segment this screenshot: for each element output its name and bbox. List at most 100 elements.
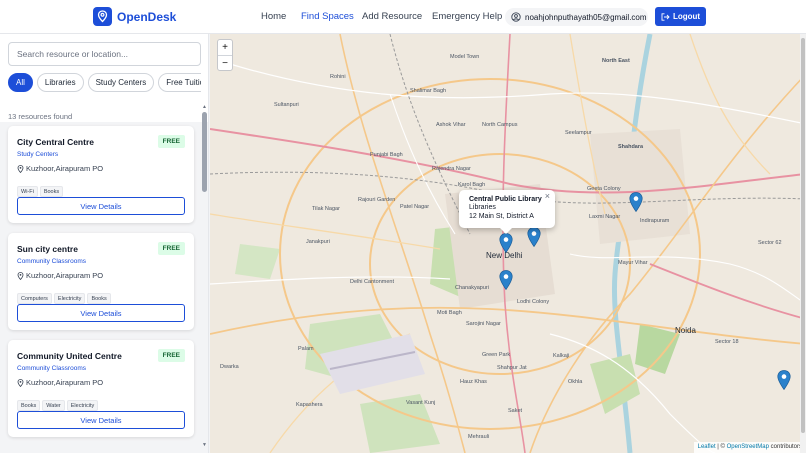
popup-title: Central Public Library bbox=[469, 196, 542, 203]
map-label: Shahdara bbox=[618, 144, 644, 150]
map-label: Okhla bbox=[568, 379, 583, 385]
map-label: Moti Bagh bbox=[437, 310, 462, 316]
map-view[interactable]: Model Town Shalimar Bagh North East Sult… bbox=[210, 34, 806, 453]
filter-libraries[interactable]: Libraries bbox=[36, 73, 84, 92]
popup-close-button[interactable]: × bbox=[545, 191, 550, 201]
zoom-in-button[interactable]: + bbox=[218, 40, 232, 55]
nav-home[interactable]: Home bbox=[261, 11, 286, 22]
map-label: Green Park bbox=[482, 352, 511, 358]
logout-button[interactable]: Logout bbox=[655, 7, 706, 26]
logout-label: Logout bbox=[672, 12, 701, 21]
map-label: North Campus bbox=[482, 122, 518, 128]
map-label: North East bbox=[602, 58, 630, 64]
location-pin-icon bbox=[17, 164, 24, 173]
map-label: Mehrauli bbox=[468, 434, 490, 440]
nav-emergency-help[interactable]: Emergency Help bbox=[432, 11, 502, 22]
user-email-pill[interactable]: noahjohnputhayath05@gmail.com bbox=[505, 8, 648, 26]
map-label: Patel Nagar bbox=[400, 204, 430, 210]
resource-card: Community United Centre FREE Community C… bbox=[8, 340, 194, 437]
map-label: Sultanpuri bbox=[274, 102, 299, 108]
map-label: Laxmi Nagar bbox=[589, 214, 621, 220]
osm-link[interactable]: OpenStreetMap bbox=[727, 444, 769, 450]
resource-category: Community Classrooms bbox=[17, 258, 86, 265]
free-badge: FREE bbox=[157, 242, 185, 255]
resource-category: Community Classrooms bbox=[17, 365, 86, 372]
amenity-tag: Books bbox=[87, 293, 111, 304]
map-label: Ashok Vihar bbox=[436, 122, 466, 128]
resource-list[interactable]: City Central Centre FREE Study Centers K… bbox=[0, 122, 208, 453]
map-marker-icon[interactable] bbox=[629, 192, 643, 212]
map-label: Sector 18 bbox=[715, 339, 739, 345]
resource-card: City Central Centre FREE Study Centers K… bbox=[8, 126, 194, 223]
category-filters: AllLibrariesStudy CentersFree Tuition NG… bbox=[8, 72, 201, 92]
amenity-tag: Electricity bbox=[66, 400, 99, 411]
amenity-tag: Books bbox=[17, 400, 41, 411]
map-label: Rajendra Nagar bbox=[432, 166, 471, 172]
map-marker-icon[interactable] bbox=[527, 227, 541, 247]
view-details-button[interactable]: View Details bbox=[17, 197, 185, 215]
top-navbar: OpenDesk Home Find Spaces Add Resource E… bbox=[0, 0, 806, 34]
map-attribution: Leaflet | © OpenStreetMap contributors bbox=[693, 442, 806, 453]
map-marker-icon[interactable] bbox=[499, 233, 513, 253]
attribution-suffix: contributors bbox=[768, 444, 802, 450]
resource-title: Sun city centre bbox=[17, 244, 78, 254]
map-label: Seelampur bbox=[565, 130, 592, 136]
resource-title: City Central Centre bbox=[17, 137, 94, 147]
leaflet-link[interactable]: Leaflet bbox=[698, 444, 716, 450]
sidebar-scrollbar[interactable]: ▲ ▼ bbox=[202, 104, 207, 449]
resource-location: Kuzhoor,Airapuram PO bbox=[17, 271, 103, 280]
attribution-separator: | © bbox=[715, 444, 727, 450]
map-label: Punjabi Bagh bbox=[370, 152, 403, 158]
view-details-button[interactable]: View Details bbox=[17, 411, 185, 429]
map-label: Chanakyapuri bbox=[455, 285, 489, 291]
page-scroll-thumb[interactable] bbox=[801, 38, 805, 433]
resource-location: Kuzhoor,Airapuram PO bbox=[17, 164, 103, 173]
resource-title: Community United Centre bbox=[17, 351, 122, 361]
page-scrollbar[interactable] bbox=[800, 34, 806, 453]
filter-all[interactable]: All bbox=[8, 73, 33, 92]
amenity-tags: Wi-Fi Books bbox=[17, 180, 65, 198]
marker-popup: × Central Public Library Libraries 12 Ma… bbox=[459, 190, 555, 234]
user-circle-icon bbox=[511, 12, 521, 22]
results-count: 13 resources found bbox=[8, 112, 73, 121]
filter-study-centers[interactable]: Study Centers bbox=[87, 73, 155, 92]
resource-location: Kuzhoor,Airapuram PO bbox=[17, 378, 103, 387]
location-pin-icon bbox=[17, 271, 24, 280]
map-marker-icon[interactable] bbox=[777, 370, 791, 390]
map-marker-icon[interactable] bbox=[499, 270, 513, 290]
map-label: Noida bbox=[675, 326, 696, 335]
map-label: Karol Bagh bbox=[458, 182, 486, 188]
map-label: Kalkaji bbox=[553, 353, 570, 359]
map-label: Delhi Cantonment bbox=[350, 279, 395, 285]
amenity-tag: Water bbox=[42, 400, 65, 411]
map-label: Sarojini Nagar bbox=[466, 321, 501, 327]
map-label: Tilak Nagar bbox=[312, 206, 340, 212]
map-label: Dwarka bbox=[220, 364, 239, 370]
amenity-tag: Electricity bbox=[53, 293, 86, 304]
search-input[interactable] bbox=[8, 42, 201, 66]
map-label: Geeta Colony bbox=[587, 186, 621, 192]
map-label: Sector 62 bbox=[758, 240, 782, 246]
scroll-down-arrow-icon[interactable]: ▼ bbox=[202, 442, 207, 448]
nav-add-resource[interactable]: Add Resource bbox=[362, 11, 422, 22]
nav-find-spaces[interactable]: Find Spaces bbox=[301, 11, 354, 22]
logout-icon bbox=[661, 12, 670, 21]
map-label: Hauz Khas bbox=[460, 379, 487, 385]
view-details-button[interactable]: View Details bbox=[17, 304, 185, 322]
resource-sidebar: AllLibrariesStudy CentersFree Tuition NG… bbox=[0, 34, 209, 453]
map-label: Mayur Vihar bbox=[618, 260, 648, 266]
zoom-control: + − bbox=[217, 39, 233, 71]
scroll-up-arrow-icon[interactable]: ▲ bbox=[202, 104, 207, 110]
map-label: Indirapuram bbox=[640, 218, 670, 224]
amenity-tag: Computers bbox=[17, 293, 52, 304]
map-label: Kapashera bbox=[296, 402, 323, 408]
map-label: Shahpur Jat bbox=[497, 365, 527, 371]
sidebar-scroll-thumb[interactable] bbox=[202, 112, 207, 192]
popup-address: 12 Main St, District A bbox=[469, 213, 534, 220]
zoom-out-button[interactable]: − bbox=[218, 55, 232, 70]
app-logo[interactable]: OpenDesk bbox=[93, 7, 176, 26]
map-label: Model Town bbox=[450, 54, 480, 60]
amenity-tag: Wi-Fi bbox=[17, 186, 38, 197]
filter-free-tuition-ngos[interactable]: Free Tuition NGOs bbox=[158, 73, 201, 92]
map-label: Saket bbox=[508, 408, 523, 414]
